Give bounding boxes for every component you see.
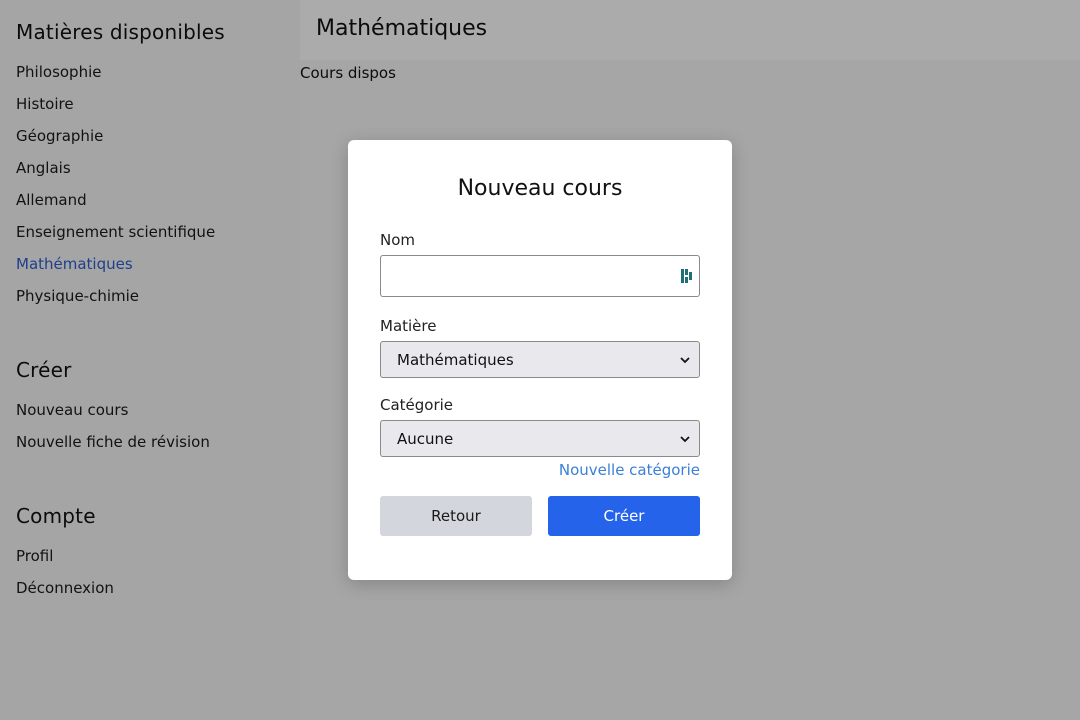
category-select[interactable]: Aucune [380, 420, 700, 457]
new-course-dialog: Nouveau cours Nom Matière Mathématiques … [348, 140, 732, 580]
back-button[interactable]: Retour [380, 496, 532, 536]
new-category-link[interactable]: Nouvelle catégorie [380, 461, 700, 479]
subject-select-value: Mathématiques [397, 350, 514, 369]
password-manager-icon[interactable] [681, 268, 693, 284]
dialog-actions: Retour Créer [380, 496, 700, 536]
subject-label: Matière [380, 317, 437, 335]
dialog-title: Nouveau cours [457, 176, 623, 201]
create-button[interactable]: Créer [548, 496, 700, 536]
chevron-down-icon [680, 356, 690, 363]
name-label: Nom [380, 231, 416, 249]
category-select-value: Aucune [397, 429, 454, 448]
subject-select[interactable]: Mathématiques [380, 341, 700, 378]
category-label: Catégorie [380, 396, 454, 414]
chevron-down-icon [680, 435, 690, 442]
name-input[interactable] [380, 255, 700, 297]
